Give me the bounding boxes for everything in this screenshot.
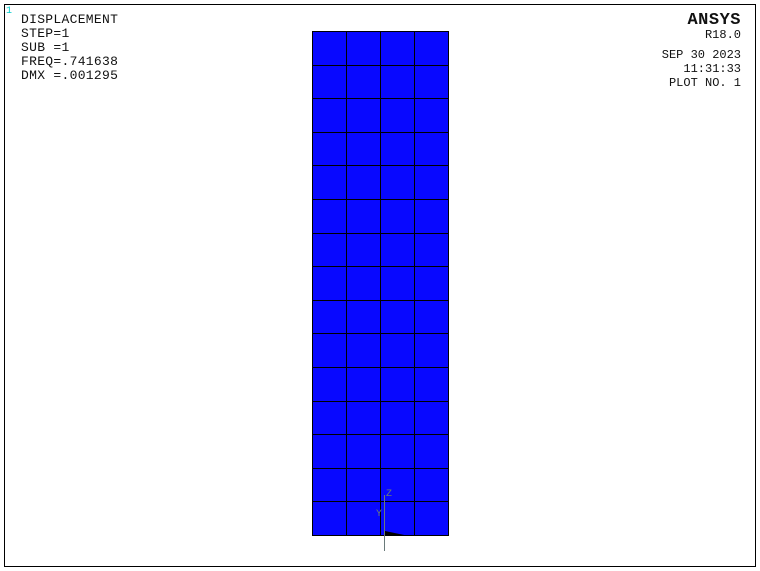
mesh-cell	[346, 333, 381, 368]
mesh-cell	[312, 266, 347, 301]
mesh-cell	[380, 501, 415, 536]
mesh-cell	[380, 199, 415, 234]
mesh-cell	[312, 199, 347, 234]
mesh-cell	[312, 401, 347, 436]
mesh-cell	[380, 434, 415, 469]
brand-date: SEP 30 2023	[662, 48, 741, 62]
mesh-cell	[414, 199, 449, 234]
mesh-cell	[312, 300, 347, 335]
mesh-cell	[414, 98, 449, 133]
dmx-label: DMX =.001295	[21, 69, 118, 83]
mesh-cell	[380, 300, 415, 335]
mesh-cell	[312, 434, 347, 469]
mesh-cell	[312, 468, 347, 503]
mesh-cell	[414, 367, 449, 402]
mesh-cell	[414, 31, 449, 66]
mesh-cell	[414, 501, 449, 536]
result-info-block: DISPLACEMENT STEP=1 SUB =1 FREQ=.741638 …	[21, 13, 118, 83]
mesh-cell	[414, 333, 449, 368]
mesh-cell	[414, 401, 449, 436]
mesh-cell	[380, 31, 415, 66]
step-label: STEP=1	[21, 27, 118, 41]
plot-index-marker: 1	[6, 6, 12, 17]
mesh-cell	[414, 300, 449, 335]
mesh-cell	[380, 98, 415, 133]
mesh-cell	[380, 468, 415, 503]
mesh-cell	[346, 367, 381, 402]
mesh-cell	[414, 65, 449, 100]
analysis-title: DISPLACEMENT	[21, 13, 118, 27]
mesh-cell	[346, 233, 381, 268]
mesh-cell	[312, 65, 347, 100]
mesh-cell	[414, 132, 449, 167]
mesh-cell	[346, 468, 381, 503]
mesh-cell	[346, 434, 381, 469]
mesh-cell	[380, 401, 415, 436]
mesh-cell	[312, 132, 347, 167]
mesh-cell	[346, 266, 381, 301]
brand-block: ANSYS R18.0 SEP 30 2023 11:31:33 PLOT NO…	[662, 11, 741, 90]
mesh-cell	[346, 98, 381, 133]
mesh-cell	[312, 367, 347, 402]
mesh-cell	[312, 31, 347, 66]
mesh-cell	[380, 165, 415, 200]
mesh-cell	[380, 233, 415, 268]
mesh-cell	[346, 501, 381, 536]
mesh-cell	[414, 468, 449, 503]
mesh-cell	[414, 233, 449, 268]
brand-plot-no: PLOT NO. 1	[662, 76, 741, 90]
fe-mesh	[312, 31, 448, 535]
brand-version: R18.0	[662, 28, 741, 42]
mesh-cell	[312, 233, 347, 268]
brand-time: 11:31:33	[662, 62, 741, 76]
mesh-cell	[312, 333, 347, 368]
mesh-cell	[414, 165, 449, 200]
mesh-cell	[414, 266, 449, 301]
mesh-cell	[312, 501, 347, 536]
mesh-cell	[346, 65, 381, 100]
mesh-cell	[346, 300, 381, 335]
mesh-cell	[346, 165, 381, 200]
mesh-cell	[346, 401, 381, 436]
mesh-cell	[380, 333, 415, 368]
mesh-cell	[380, 132, 415, 167]
mesh-cell	[312, 165, 347, 200]
plot-frame: 1 DISPLACEMENT STEP=1 SUB =1 FREQ=.74163…	[4, 4, 756, 567]
mesh-cell	[346, 31, 381, 66]
mesh-cell	[346, 132, 381, 167]
mesh-cell	[346, 199, 381, 234]
sub-label: SUB =1	[21, 41, 118, 55]
model-viewport[interactable]	[312, 31, 448, 535]
mesh-cell	[312, 98, 347, 133]
mesh-cell	[414, 434, 449, 469]
mesh-cell	[380, 65, 415, 100]
freq-label: FREQ=.741638	[21, 55, 118, 69]
mesh-cell	[380, 266, 415, 301]
mesh-cell	[380, 367, 415, 402]
